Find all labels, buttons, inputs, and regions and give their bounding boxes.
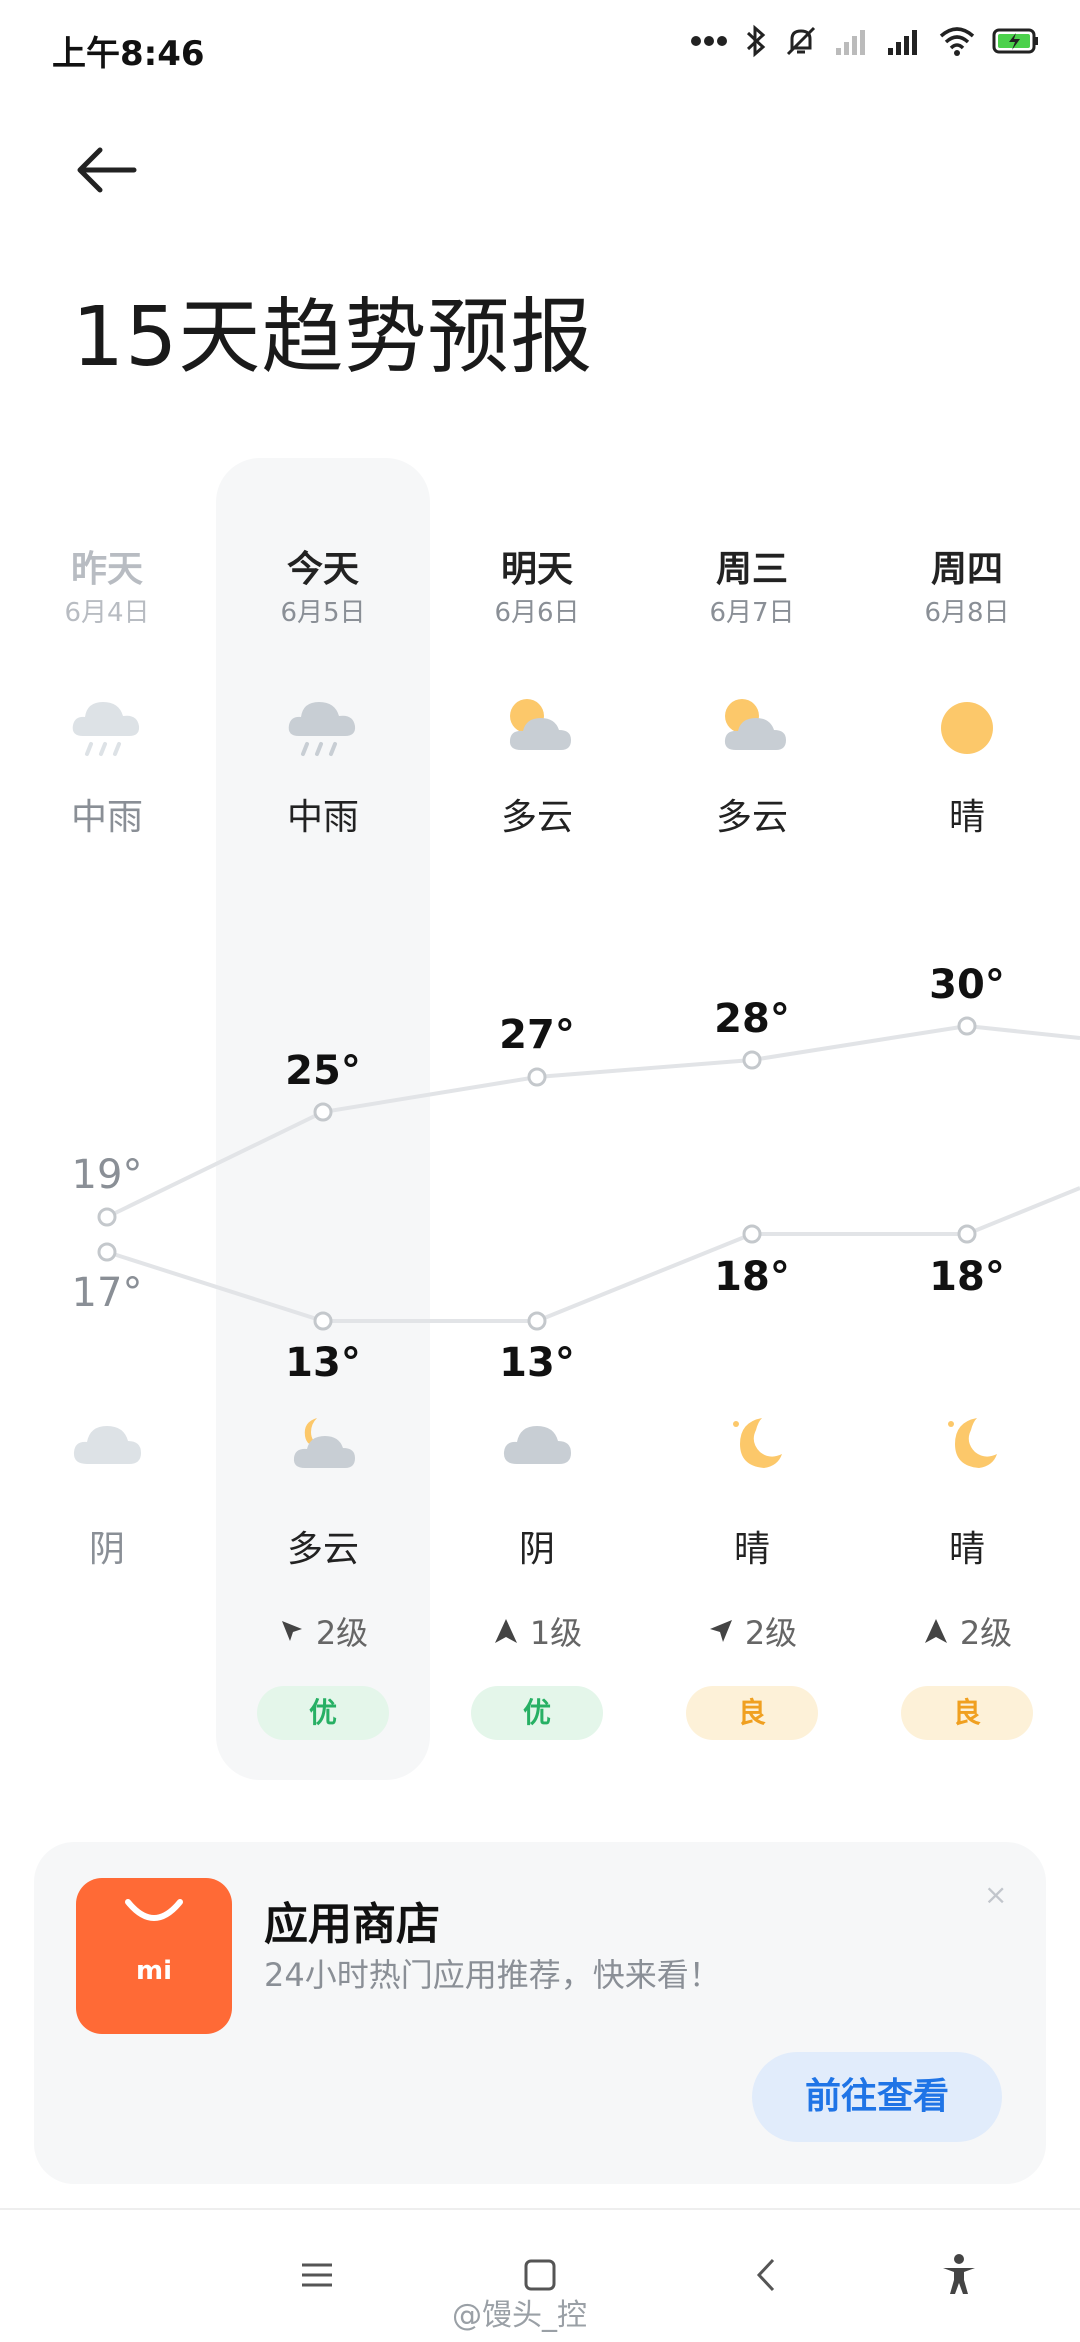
- aqi-badge: 优: [471, 1686, 603, 1740]
- app-store-logo: mi: [76, 1878, 232, 2034]
- accessibility-icon[interactable]: [934, 2250, 984, 2300]
- high-temp: 27°: [499, 1012, 575, 1058]
- signal-icon: [888, 30, 917, 55]
- cloudy-night-icon: [293, 1418, 355, 1468]
- cloud-icon: [73, 1426, 141, 1464]
- partly-cloudy-icon: [724, 699, 786, 750]
- low-temp-point: [742, 1224, 762, 1244]
- high-temp-point: [527, 1067, 547, 1087]
- low-temp-point: [527, 1311, 547, 1331]
- wind-level: 1级: [529, 1614, 583, 1652]
- wind-direction-icon: [924, 1619, 947, 1643]
- night-weather: 阴: [88, 1529, 125, 1570]
- rain-icon: [72, 702, 140, 756]
- ad-title: 应用商店: [264, 1899, 440, 1950]
- battery-charging-icon: [992, 28, 1038, 54]
- back-arrow-icon[interactable]: [70, 140, 140, 200]
- watermark: @馒头_控: [452, 2298, 587, 2333]
- high-temp-point: [97, 1207, 117, 1227]
- day-weather: 晴: [948, 797, 985, 838]
- day-weather: 中雨: [70, 797, 143, 838]
- low-temp-point: [957, 1224, 977, 1244]
- more-icon: [691, 36, 727, 46]
- high-temp: 28°: [714, 996, 790, 1042]
- sun-icon: [941, 702, 993, 754]
- day-name: 昨天: [70, 549, 143, 590]
- back-icon[interactable]: [742, 2250, 792, 2300]
- rain-icon: [288, 702, 356, 756]
- day-name: 明天: [500, 549, 573, 590]
- low-temp: 13°: [285, 1340, 361, 1386]
- low-temp: 13°: [499, 1340, 575, 1386]
- day-date: 6月4日: [64, 598, 150, 628]
- high-temp-point: [957, 1016, 977, 1036]
- wind-info: 2级: [652, 1608, 852, 1654]
- logo-text: mi: [135, 1956, 172, 1986]
- low-temp-point: [313, 1311, 333, 1331]
- day-name: 今天: [286, 549, 359, 590]
- day-column-wed[interactable]: 周三 6月7日: [652, 540, 852, 629]
- day-column-today[interactable]: 今天 6月5日: [223, 540, 423, 629]
- close-icon[interactable]: ×: [984, 1878, 1007, 1911]
- wind-info: 2级: [867, 1608, 1067, 1654]
- status-time: 上午8:46: [52, 34, 205, 74]
- day-name: 周四: [930, 549, 1003, 590]
- mute-icon: [786, 26, 816, 56]
- high-temp-point: [313, 1102, 333, 1122]
- low-temp-point: [97, 1242, 117, 1262]
- wind-level: 2级: [744, 1614, 798, 1652]
- moon-icon: [733, 1418, 782, 1468]
- day-weather: 多云: [715, 797, 788, 838]
- low-temp: 18°: [929, 1254, 1005, 1300]
- day-date: 6月5日: [280, 598, 366, 628]
- wind-level: 2级: [315, 1614, 369, 1652]
- cloud-icon: [503, 1426, 571, 1464]
- status-icons: [690, 24, 1040, 58]
- day-date: 6月7日: [709, 598, 795, 628]
- high-temp: 30°: [929, 962, 1005, 1008]
- day-name: 周三: [715, 549, 788, 590]
- wind-direction-icon: [494, 1619, 517, 1643]
- wind-info: 2级: [223, 1608, 423, 1654]
- page-title: 15天趋势预报: [72, 290, 594, 385]
- night-weather: 晴: [733, 1529, 770, 1570]
- low-temp: 18°: [714, 1254, 790, 1300]
- ad-subtitle: 24小时热门应用推荐，快来看！: [264, 1956, 721, 1994]
- day-column-tomorrow[interactable]: 明天 6月6日: [437, 540, 637, 629]
- moon-icon: [948, 1418, 997, 1468]
- signal-off-icon: [836, 30, 865, 55]
- day-weather: 多云: [500, 797, 573, 838]
- night-weather: 多云: [286, 1529, 359, 1570]
- aqi-badge: 良: [686, 1686, 818, 1740]
- day-date: 6月6日: [494, 598, 580, 628]
- day-date: 6月8日: [924, 598, 1010, 628]
- partly-cloudy-icon: [509, 699, 571, 750]
- wifi-icon: [939, 27, 975, 56]
- wind-direction-icon: [709, 1620, 732, 1642]
- menu-icon[interactable]: [292, 2250, 342, 2300]
- go-view-button[interactable]: 前往查看: [752, 2052, 1002, 2142]
- low-temp: 17°: [71, 1270, 143, 1316]
- high-temp-point: [742, 1050, 762, 1070]
- wind-direction-icon: [281, 1621, 302, 1641]
- bluetooth-icon: [746, 24, 766, 58]
- high-temp: 25°: [285, 1048, 361, 1094]
- day-column-thu[interactable]: 周四 6月8日: [867, 540, 1067, 629]
- day-weather: 中雨: [286, 797, 359, 838]
- night-weather: 阴: [518, 1529, 555, 1570]
- night-weather: 晴: [948, 1529, 985, 1570]
- day-column-yesterday[interactable]: 昨天 6月4日: [7, 540, 207, 629]
- aqi-badge: 优: [257, 1686, 389, 1740]
- aqi-badge: 良: [901, 1686, 1033, 1740]
- wind-info: 1级: [437, 1608, 637, 1654]
- high-temp: 19°: [71, 1152, 143, 1198]
- wind-level: 2级: [959, 1614, 1013, 1652]
